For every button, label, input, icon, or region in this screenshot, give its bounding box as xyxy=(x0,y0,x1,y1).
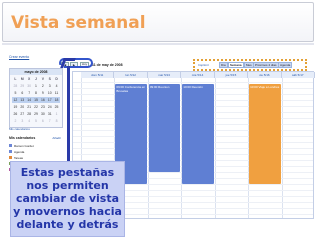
weekday-header: D xyxy=(55,77,58,81)
mini-calendar-day[interactable]: 2 xyxy=(12,118,19,124)
mini-calendar-day[interactable]: 5 xyxy=(12,90,19,96)
mini-calendar: mayo de 2008 L M X J V S D 28 29 30 1 2 3 4 5 6 7 8 9 10 11 1… xyxy=(9,68,63,128)
calendar-event[interactable]: 10:00 Viaje a Londres xyxy=(249,84,281,184)
day-header[interactable]: vie 5/16 xyxy=(248,72,282,78)
mini-calendar-day[interactable]: 9 xyxy=(39,90,46,96)
mini-calendar-day[interactable]: 15 xyxy=(32,97,40,103)
mini-calendar-day[interactable]: 10 xyxy=(46,90,53,96)
event-title: 10:00 Reunión xyxy=(183,85,203,89)
mini-calendar-day[interactable]: 29 xyxy=(19,83,26,89)
day-header[interactable]: mié 5/14 xyxy=(181,72,215,78)
calendar-event[interactable]: 09:00 Reunion xyxy=(148,84,181,172)
title-divider xyxy=(2,43,314,45)
mini-calendar-day[interactable]: 25 xyxy=(53,104,60,110)
mini-calendar-day[interactable]: 5 xyxy=(33,118,40,124)
calendar-list-title: Mis calendarios xyxy=(9,136,36,140)
mini-calendar-day[interactable]: 6 xyxy=(39,118,46,124)
mini-calendar-day[interactable]: 29 xyxy=(33,111,40,117)
mini-calendar-day[interactable]: 16 xyxy=(39,97,47,103)
weekday-header: J xyxy=(35,77,37,81)
day-header[interactable]: dom 5/11 xyxy=(81,72,115,78)
mini-calendar-day[interactable]: 21 xyxy=(26,104,33,110)
mini-calendar-day[interactable]: 20 xyxy=(19,104,26,110)
calendar-name: Ramon Gordet xyxy=(14,143,34,148)
calendar-event[interactable]: 10:00 Reunión xyxy=(182,84,214,184)
mini-calendar-grid: L M X J V S D 28 29 30 1 2 3 4 5 6 7 8 9 10 11 12 13 14 15 16 17 18… xyxy=(10,75,62,125)
weekday-header: M xyxy=(20,77,24,81)
create-event-link[interactable]: Crear evento xyxy=(9,55,29,59)
day-header[interactable]: sáb 5/17 xyxy=(281,72,315,78)
date-range: 11 de may de 2008 xyxy=(92,63,123,67)
mini-calendar-day[interactable]: 31 xyxy=(46,111,53,117)
mini-calendar-day[interactable]: 3 xyxy=(19,118,26,124)
calendar-item[interactable]: Agenda xyxy=(9,149,63,154)
mini-calendar-day[interactable]: 1 xyxy=(53,111,60,117)
calendar-list-header: Mis calendarios Añadir xyxy=(9,136,63,142)
mini-calendar-day[interactable]: 30 xyxy=(26,83,33,89)
calendar-item[interactable]: Ramon Gordet xyxy=(9,143,63,148)
slide-title: Vista semanal xyxy=(2,2,314,42)
mini-calendar-day[interactable]: 13 xyxy=(18,97,26,103)
mini-calendar-day[interactable]: 14 xyxy=(25,97,33,103)
mini-calendar-day[interactable]: 2 xyxy=(39,83,46,89)
mini-calendar-day[interactable]: 18 xyxy=(53,97,60,103)
weekday-header: V xyxy=(41,77,44,81)
calendar-name: Tareas xyxy=(14,155,24,160)
mini-calendar-day[interactable]: 4 xyxy=(26,118,33,124)
event-title: 09:00 Reunion xyxy=(149,85,170,89)
weekday-header: X xyxy=(28,77,31,81)
mini-calendar-day[interactable]: 23 xyxy=(39,104,46,110)
view-tabs-highlight xyxy=(193,59,307,71)
day-header[interactable]: lun 5/12 xyxy=(114,72,148,78)
mini-calendar-day[interactable]: 19 xyxy=(12,104,19,110)
mini-calendar-day[interactable]: 22 xyxy=(33,104,40,110)
day-header[interactable]: jue 5/15 xyxy=(214,72,249,78)
mini-calendar-day[interactable]: 6 xyxy=(19,90,26,96)
callout-arrow xyxy=(67,66,70,163)
weekday-header: L xyxy=(14,77,17,81)
add-calendar-link[interactable]: Añadir xyxy=(52,136,61,140)
mini-calendar-day[interactable]: 8 xyxy=(33,90,40,96)
day-header[interactable]: mar 5/13 xyxy=(147,72,182,78)
mini-calendar-day[interactable]: 7 xyxy=(26,90,33,96)
mini-calendar-day[interactable]: 28 xyxy=(12,83,19,89)
mini-calendar-day[interactable]: 24 xyxy=(46,104,53,110)
calendar-item[interactable]: Tareas xyxy=(9,155,63,160)
calendar-name: Agenda xyxy=(14,149,25,154)
mini-calendar-day[interactable]: 27 xyxy=(19,111,26,117)
calendar-color-swatch xyxy=(9,156,12,159)
event-title: 10:00 Viaje a Londres xyxy=(250,85,280,89)
mini-calendar-day[interactable]: 11 xyxy=(53,90,60,96)
event-title: 09:00 Conferencia en Bruselas xyxy=(116,85,146,93)
mini-calendar-day[interactable]: 30 xyxy=(39,111,46,117)
mini-calendar-day[interactable]: 28 xyxy=(26,111,33,117)
mini-calendar-day[interactable]: 12 xyxy=(12,97,19,103)
mini-calendar-day[interactable]: 8 xyxy=(53,118,60,124)
calendar-color-swatch xyxy=(9,144,12,147)
mini-calendar-day[interactable]: 17 xyxy=(46,97,54,103)
calendar-color-swatch xyxy=(9,150,12,153)
mini-calendar-day[interactable]: 3 xyxy=(46,83,53,89)
mini-calendar-day[interactable]: 7 xyxy=(46,118,53,124)
hour-line xyxy=(73,82,313,83)
weekday-header: S xyxy=(48,77,51,81)
mini-calendar-day[interactable]: 4 xyxy=(53,83,60,89)
my-calendars-link[interactable]: Mis calendarios xyxy=(9,127,30,131)
callout-box: Estas pestañas nos permiten cambiar de v… xyxy=(10,161,125,237)
mini-calendar-day[interactable]: 26 xyxy=(12,111,19,117)
mini-calendar-day[interactable]: 1 xyxy=(33,83,40,89)
